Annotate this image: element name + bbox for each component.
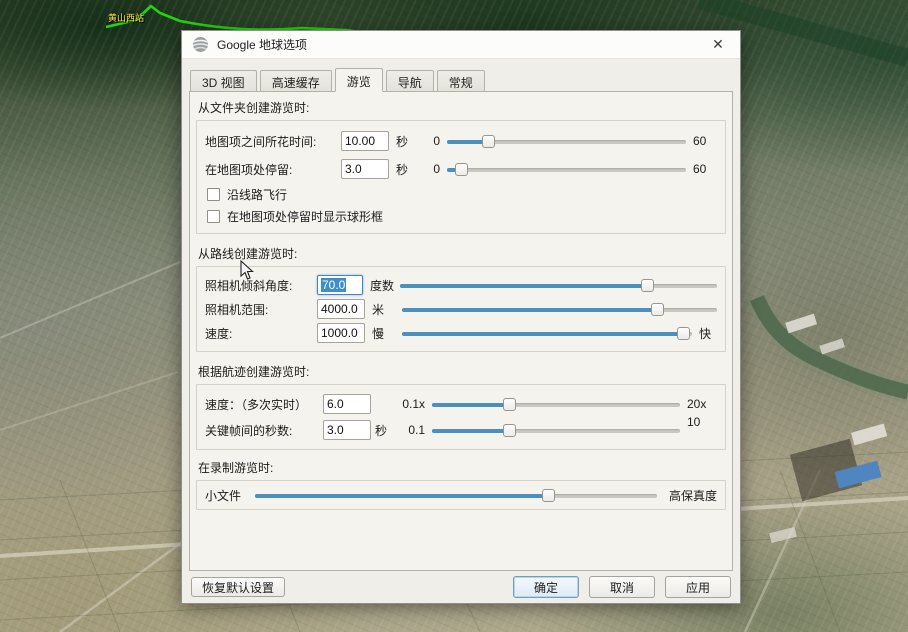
slider-max-label: 高保真度 bbox=[665, 487, 717, 504]
row-show-balloon: 在地图项处停留时显示球形框 bbox=[205, 205, 717, 227]
slider-min-label: 0 bbox=[422, 162, 440, 176]
slider-handle[interactable] bbox=[641, 279, 654, 292]
section-title-track: 根据航迹创建游览时: bbox=[198, 363, 726, 380]
row-wait-at-features: 在地图项处停留: 秒 0 60 bbox=[205, 155, 717, 183]
blue-roof-building bbox=[835, 461, 882, 489]
section-title-line: 从路线创建游览时: bbox=[198, 245, 726, 262]
tab-3d-view[interactable]: 3D 视图 bbox=[190, 70, 257, 92]
google-earth-options-dialog: Google 地球选项 ✕ 3D 视图 高速缓存 游览 导航 常规 从文件夹创建… bbox=[181, 30, 741, 604]
record-quality-slider[interactable] bbox=[255, 488, 657, 503]
unit-label: 慢 bbox=[372, 325, 402, 342]
wait-at-features-input[interactable] bbox=[341, 159, 389, 179]
tab-bar: 3D 视图 高速缓存 游览 导航 常规 bbox=[182, 59, 740, 91]
slider-max-label: 60 bbox=[693, 134, 717, 148]
track-speed-input[interactable] bbox=[323, 394, 371, 414]
tab-general[interactable]: 常规 bbox=[437, 70, 485, 92]
slider-max-label: 20x bbox=[687, 397, 717, 411]
slider-min-label: 小文件 bbox=[205, 487, 247, 504]
slider-min-label: 0 bbox=[422, 134, 440, 148]
field-label: 照相机范围: bbox=[205, 301, 317, 318]
show-balloon-checkbox[interactable] bbox=[207, 210, 220, 223]
line-speed-slider[interactable] bbox=[402, 326, 692, 341]
river bbox=[757, 298, 908, 392]
unit-label: 度数 bbox=[370, 277, 400, 294]
gps-track-line bbox=[106, 6, 368, 33]
dialog-button-bar: 恢复默认设置 确定 取消 应用 bbox=[182, 571, 740, 603]
camera-range-input[interactable] bbox=[317, 299, 365, 319]
placemark-label: 黄山西站 bbox=[108, 11, 144, 24]
slider-handle[interactable] bbox=[651, 303, 664, 316]
cancel-button[interactable]: 取消 bbox=[589, 576, 655, 598]
close-icon[interactable]: ✕ bbox=[708, 35, 728, 55]
row-camera-tilt: 照相机倾斜角度: 70.0 度数 bbox=[205, 273, 717, 297]
river-bank bbox=[757, 298, 908, 392]
ok-button[interactable]: 确定 bbox=[513, 576, 579, 598]
unit-label: 秒 bbox=[375, 422, 395, 439]
slider-max-label: 快 bbox=[699, 325, 717, 342]
row-time-between-features: 地图项之间所花时间: 秒 0 60 bbox=[205, 127, 717, 155]
buildings bbox=[769, 314, 887, 543]
dialog-title: Google 地球选项 bbox=[217, 36, 307, 53]
apply-button[interactable]: 应用 bbox=[665, 576, 731, 598]
keyframe-seconds-input[interactable] bbox=[323, 420, 371, 440]
group-track: 速度：（多次实时） 0.1x 20x 关键帧间的秒数: 秒 0.1 10 bbox=[196, 384, 726, 450]
field-label: 速度：（多次实时） bbox=[205, 396, 323, 413]
field-label: 速度: bbox=[205, 325, 317, 342]
group-folder: 地图项之间所花时间: 秒 0 60 在地图项处停留: 秒 0 60 bbox=[196, 120, 726, 234]
field-label: 照相机倾斜角度: bbox=[205, 277, 317, 294]
field-label: 地图项之间所花时间: bbox=[205, 133, 341, 150]
section-title-record: 在录制游览时: bbox=[198, 459, 726, 476]
slider-min-label: 0.1x bbox=[395, 397, 425, 411]
slider-handle[interactable] bbox=[503, 398, 516, 411]
line-speed-input[interactable] bbox=[317, 323, 365, 343]
road bbox=[60, 540, 185, 632]
wait-at-features-slider[interactable] bbox=[447, 162, 686, 177]
row-camera-range: 照相机范围: 米 bbox=[205, 297, 717, 321]
camera-tilt-input[interactable]: 70.0 bbox=[317, 275, 363, 295]
keyframe-seconds-slider[interactable] bbox=[432, 423, 680, 438]
unit-label: 米 bbox=[372, 301, 402, 318]
google-earth-logo-icon bbox=[192, 36, 209, 53]
tab-page-touring: 从文件夹创建游览时: 地图项之间所花时间: 秒 0 60 在地图项处停留: 秒 … bbox=[189, 91, 733, 571]
camera-tilt-slider[interactable] bbox=[400, 278, 717, 293]
section-title-folder: 从文件夹创建游览时: bbox=[198, 99, 726, 116]
slider-max-label: 60 bbox=[693, 162, 717, 176]
checkbox-label: 在地图项处停留时显示球形框 bbox=[227, 208, 383, 225]
fly-along-lines-checkbox[interactable] bbox=[207, 188, 220, 201]
row-record-quality: 小文件 高保真度 bbox=[205, 485, 717, 505]
row-keyframe-seconds: 关键帧间的秒数: 秒 0.1 10 bbox=[205, 417, 717, 443]
slider-handle[interactable] bbox=[503, 424, 516, 437]
time-between-features-slider[interactable] bbox=[447, 134, 686, 149]
unit-label: 秒 bbox=[396, 161, 422, 178]
row-line-speed: 速度: 慢 快 bbox=[205, 321, 717, 345]
road bbox=[745, 470, 820, 632]
slider-max-label: 10 bbox=[687, 415, 717, 429]
restore-defaults-button[interactable]: 恢复默认设置 bbox=[191, 577, 285, 597]
slider-handle[interactable] bbox=[677, 327, 690, 340]
track-speed-slider[interactable] bbox=[432, 397, 680, 412]
row-track-speed: 速度：（多次实时） 0.1x 20x bbox=[205, 391, 717, 417]
group-line: 照相机倾斜角度: 70.0 度数 照相机范围: 米 速度: bbox=[196, 266, 726, 352]
road bbox=[0, 372, 178, 430]
tab-touring[interactable]: 游览 bbox=[335, 68, 383, 92]
group-record: 小文件 高保真度 bbox=[196, 480, 726, 510]
slider-min-label: 0.1 bbox=[395, 423, 425, 437]
camera-range-slider[interactable] bbox=[402, 302, 717, 317]
time-between-features-input[interactable] bbox=[341, 131, 389, 151]
unit-label: 秒 bbox=[396, 133, 422, 150]
road bbox=[0, 262, 180, 338]
tab-cache[interactable]: 高速缓存 bbox=[260, 70, 332, 92]
checkbox-label: 沿线路飞行 bbox=[227, 186, 287, 203]
field-label: 关键帧间的秒数: bbox=[205, 422, 323, 439]
slider-handle[interactable] bbox=[482, 135, 495, 148]
slider-handle[interactable] bbox=[455, 163, 468, 176]
row-fly-along-lines: 沿线路飞行 bbox=[205, 183, 717, 205]
field-label: 在地图项处停留: bbox=[205, 161, 341, 178]
slider-handle[interactable] bbox=[542, 489, 555, 502]
tab-navigation[interactable]: 导航 bbox=[386, 70, 434, 92]
dialog-titlebar[interactable]: Google 地球选项 ✕ bbox=[182, 31, 740, 59]
